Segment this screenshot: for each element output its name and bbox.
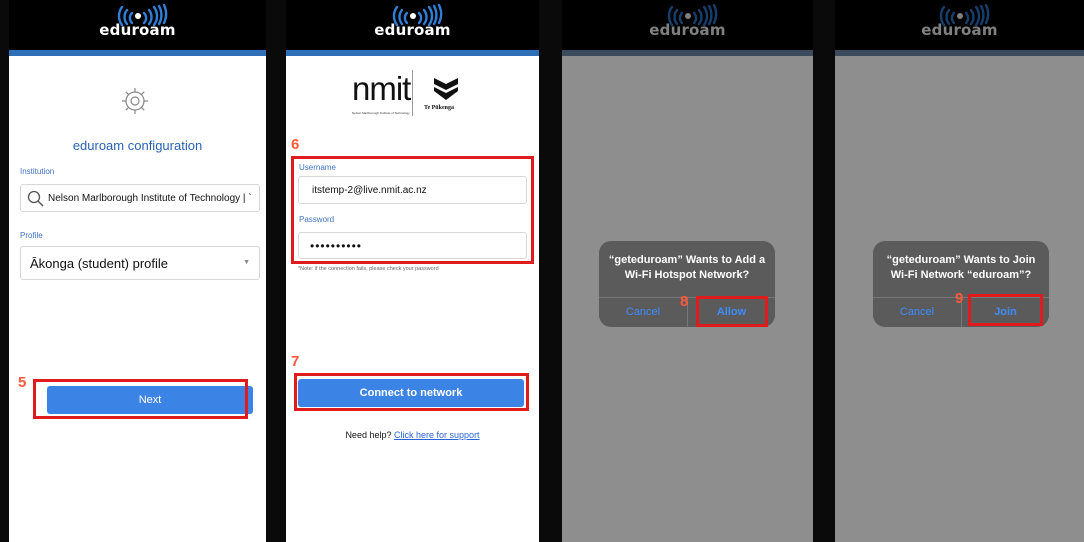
- logo-divider: [412, 70, 413, 116]
- dialog-message: “geteduroam” Wants to Join Wi-Fi Network…: [873, 253, 1049, 283]
- dialog-line-2: Wi-Fi Network “eduroam”?: [890, 269, 1032, 281]
- dialog-line-1: “geteduroam” Wants to Join: [886, 254, 1036, 266]
- help-text: Need help?: [345, 430, 392, 440]
- username-value: itstemp-2@live.nmit.ac.nz: [312, 185, 427, 196]
- logo-text: eduroam: [99, 21, 176, 39]
- support-link[interactable]: Click here for support: [394, 430, 480, 440]
- app-header: eduroam: [562, 0, 813, 52]
- screen-add-hotspot: eduroam “geteduroam” Wants to Add a Wi-F…: [562, 0, 813, 542]
- cancel-button[interactable]: Cancel: [873, 306, 961, 318]
- eduroam-logo: eduroam: [920, 4, 1000, 44]
- institution-search-field[interactable]: Nelson Marlborough Institute of Technolo…: [20, 184, 260, 212]
- app-header: eduroam: [286, 0, 539, 52]
- nmit-logo-text: nmit: [352, 70, 411, 107]
- help-line: Need help? Click here for support: [286, 430, 539, 440]
- eduroam-logo: eduroam: [98, 4, 178, 44]
- eduroam-logo: eduroam: [648, 4, 728, 44]
- step-number: 8: [680, 293, 689, 310]
- password-value: ••••••••••: [310, 239, 363, 253]
- dialog-message: “geteduroam” Wants to Add a Wi-Fi Hotspo…: [599, 253, 775, 283]
- eduroam-logo: eduroam: [373, 4, 453, 44]
- dimmed-background: “geteduroam” Wants to Add a Wi-Fi Hotspo…: [562, 56, 813, 542]
- dimmed-background: “geteduroam” Wants to Join Wi-Fi Network…: [835, 56, 1084, 542]
- profile-label: Profile: [20, 231, 43, 240]
- password-label: Password: [299, 215, 335, 224]
- gear-icon: [122, 88, 148, 114]
- highlight-next: [33, 379, 248, 419]
- password-note: *Note: if the connection fails, please c…: [298, 266, 439, 272]
- nmit-logo-subtext: Nelson Marlborough Institute of Technolo…: [352, 111, 410, 115]
- highlight-allow: [696, 296, 768, 327]
- username-label: Username: [299, 163, 336, 172]
- logo-text: eduroam: [921, 21, 998, 39]
- profile-select[interactable]: Ākonga (student) profile ▼: [20, 246, 260, 280]
- app-header: eduroam: [835, 0, 1084, 52]
- profile-value: Ākonga (student) profile: [30, 256, 169, 271]
- search-icon: [27, 190, 44, 207]
- dialog-line-2: Wi-Fi Hotspot Network?: [624, 269, 750, 281]
- screen-join-network: eduroam “geteduroam” Wants to Join Wi-Fi…: [835, 0, 1084, 542]
- screen-configuration: eduroam eduroam configuration Institutio…: [9, 0, 266, 542]
- password-input[interactable]: ••••••••••: [298, 232, 527, 259]
- username-input[interactable]: itstemp-2@live.nmit.ac.nz: [298, 176, 527, 204]
- dialog-line-1: “geteduroam” Wants to Add a: [608, 254, 766, 266]
- institution-value: Nelson Marlborough Institute of Technolo…: [48, 193, 252, 204]
- cancel-button[interactable]: Cancel: [599, 306, 687, 318]
- screen-body: eduroam configuration Institution Nelson…: [9, 56, 266, 542]
- te-pukenga-text: Te Pūkenga: [424, 105, 454, 111]
- app-header: eduroam: [9, 0, 266, 52]
- highlight-join: [968, 294, 1043, 326]
- institution-label: Institution: [20, 167, 55, 176]
- highlight-connect: [294, 373, 529, 411]
- page-title: eduroam configuration: [72, 138, 203, 153]
- logo-text: eduroam: [374, 21, 451, 39]
- screen-body: nmit Nelson Marlborough Institute of Tec…: [286, 56, 539, 542]
- step-number: 5: [18, 374, 27, 391]
- step-number: 6: [291, 136, 300, 153]
- screen-credentials: eduroam nmit Nelson Marlborough Institut…: [286, 0, 539, 542]
- logo-text: eduroam: [649, 21, 726, 39]
- te-pukenga-logo-icon: [434, 78, 458, 100]
- chevron-down-icon: ▼: [243, 259, 250, 266]
- step-number: 7: [291, 353, 300, 370]
- step-number: 9: [955, 290, 964, 307]
